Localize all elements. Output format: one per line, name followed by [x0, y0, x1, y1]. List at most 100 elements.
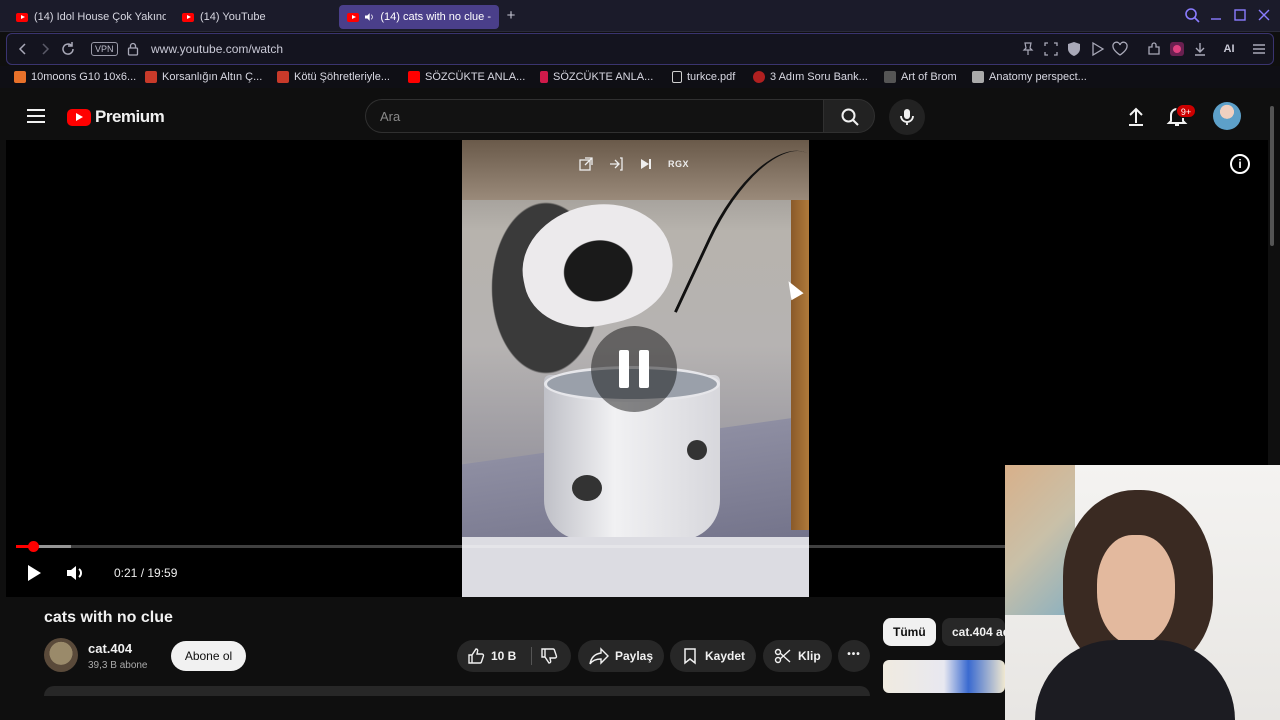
forward-icon[interactable]	[37, 41, 53, 57]
bookmark-favicon-icon	[277, 71, 289, 83]
vpn-badge[interactable]: VPN	[91, 42, 118, 56]
search-tabs-icon[interactable]	[1183, 6, 1201, 24]
extensions-icon[interactable]	[1146, 41, 1162, 57]
subscribe-button[interactable]: Abone ol	[171, 641, 246, 671]
chip-channel[interactable]: cat.404 adlı	[942, 618, 1005, 646]
avatar[interactable]	[1213, 102, 1241, 130]
menu-icon[interactable]	[1251, 41, 1267, 57]
upload-icon[interactable]	[1124, 104, 1148, 128]
volume-icon[interactable]	[66, 564, 88, 582]
save-label: Kaydet	[705, 649, 746, 663]
rgx-label[interactable]: RGX	[668, 159, 689, 169]
time-display: 0:21 / 19:59	[114, 566, 178, 580]
ai-button[interactable]: AI	[1216, 41, 1242, 57]
bookmark-label: 10moons G10 10x6...	[31, 71, 137, 83]
file-icon	[672, 71, 682, 83]
tab-title: (14) YouTube	[200, 11, 266, 23]
bookmark-label: 3 Adım Soru Bank...	[770, 71, 868, 83]
bookmark-label: Kötü Şöhretleriyle...	[294, 71, 390, 83]
play-button[interactable]	[26, 564, 42, 582]
more-symbol: •••	[847, 649, 861, 660]
tab-idol-house[interactable]: (14) Idol House Çok Yakında	[8, 5, 166, 29]
save-button[interactable]: Kaydet	[670, 640, 757, 672]
search-input[interactable]	[366, 100, 823, 132]
info-symbol: i	[1238, 157, 1242, 171]
popout-icon[interactable]	[578, 156, 594, 172]
search-button[interactable]	[823, 99, 875, 133]
bookmark-anatomy[interactable]: Anatomy perspect...	[972, 69, 1087, 85]
tab-title: (14) cats with no clue -	[380, 11, 491, 23]
scissors-icon	[774, 648, 791, 664]
logo-text: Premium	[95, 107, 165, 126]
youtube-logo-icon	[67, 108, 91, 126]
bookmark-favicon-icon	[14, 71, 26, 83]
tab-youtube[interactable]: (14) YouTube	[174, 5, 324, 29]
share-button[interactable]: Paylaş	[578, 640, 665, 672]
bottom-strip	[0, 696, 1005, 720]
recommended-video-thumbnail[interactable]	[883, 660, 1005, 693]
extension-avatar-icon[interactable]	[1169, 41, 1185, 57]
notification-badge: 9+	[1176, 104, 1196, 118]
bookmark-3-adim[interactable]: 3 Adım Soru Bank...	[753, 69, 868, 85]
progress-bar[interactable]	[16, 541, 1006, 552]
url-field[interactable]: www.youtube.com/watch	[151, 42, 283, 56]
heart-icon[interactable]	[1112, 41, 1128, 57]
bookmark-sozcukte-2[interactable]: SÖZCÜKTE ANLA...	[540, 69, 653, 85]
skip-next-icon[interactable]	[638, 156, 654, 172]
channel-name[interactable]: cat.404	[88, 641, 132, 656]
ai-label: AI	[1223, 43, 1235, 55]
bookmark-kotu-sohretleriyle[interactable]: Kötü Şöhretleriyle...	[277, 69, 390, 85]
chip-all[interactable]: Tümü	[883, 618, 936, 646]
video-scene-paw-print	[687, 440, 707, 460]
bookmark-favicon-icon	[145, 71, 157, 83]
bookmark-10moons[interactable]: 10moons G10 10x6...	[14, 69, 136, 85]
reload-icon[interactable]	[60, 41, 76, 57]
progress-scrubber[interactable]	[28, 541, 40, 552]
video-title: cats with no clue	[44, 609, 173, 626]
player-icon[interactable]	[1089, 41, 1105, 57]
back-icon[interactable]	[15, 41, 31, 57]
close-icon[interactable]	[1255, 6, 1273, 24]
bookmark-favicon-icon	[540, 71, 548, 83]
bookmark-label: Anatomy perspect...	[989, 71, 1087, 83]
shield-icon[interactable]	[1066, 41, 1082, 57]
address-bar: VPN www.youtube.com/watch AI	[6, 33, 1274, 65]
lock-icon[interactable]	[125, 41, 141, 57]
player-top-controls: RGX	[578, 156, 689, 172]
share-label: Paylaş	[615, 649, 654, 663]
enter-icon[interactable]	[608, 156, 624, 172]
webcam-person-face	[1097, 535, 1175, 645]
bookmark-sozcukte-1[interactable]: SÖZCÜKTE ANLA...	[408, 69, 525, 85]
bookmark-label: turkce.pdf	[687, 71, 736, 83]
speaker-icon[interactable]	[365, 12, 374, 22]
hamburger-menu-icon[interactable]	[27, 109, 45, 123]
thumbs-up-icon	[468, 648, 485, 664]
search-icon	[841, 108, 859, 126]
webcam-person-body	[1035, 640, 1235, 720]
pin-icon[interactable]	[1020, 41, 1036, 57]
screenshot-icon[interactable]	[1043, 41, 1059, 57]
youtube-premium-logo[interactable]: Premium	[67, 107, 165, 127]
info-icon[interactable]: i	[1230, 154, 1250, 174]
more-actions-button[interactable]: •••	[838, 640, 870, 672]
new-tab-button[interactable]: +	[503, 8, 519, 24]
bookmark-turkce-pdf[interactable]: turkce.pdf	[672, 69, 735, 85]
bookmark-art-of-brom[interactable]: Art of Brom	[884, 69, 957, 85]
bookmark-label: SÖZCÜKTE ANLA...	[425, 71, 526, 83]
clip-button[interactable]: Klip	[763, 640, 832, 672]
bookmark-korsanligin[interactable]: Korsanlığın Altın Ç...	[145, 69, 262, 85]
video-scene-paw-print	[572, 475, 602, 501]
thumbs-down-icon[interactable]	[537, 647, 561, 665]
microphone-icon	[900, 109, 914, 125]
channel-avatar[interactable]	[44, 638, 78, 672]
maximize-icon[interactable]	[1231, 6, 1249, 24]
youtube-favicon-icon	[408, 71, 420, 83]
like-button[interactable]: 10 B	[457, 640, 527, 672]
bookmarks-bar: 10moons G10 10x6... Korsanlığın Altın Ç.…	[0, 66, 1280, 88]
minimize-icon[interactable]	[1207, 6, 1225, 24]
download-icon[interactable]	[1192, 41, 1208, 57]
voice-search-button[interactable]	[889, 99, 925, 135]
description-box[interactable]	[44, 686, 870, 696]
scrollbar-thumb[interactable]	[1270, 106, 1274, 246]
tab-cats-with-no-clue[interactable]: (14) cats with no clue -	[339, 5, 499, 29]
